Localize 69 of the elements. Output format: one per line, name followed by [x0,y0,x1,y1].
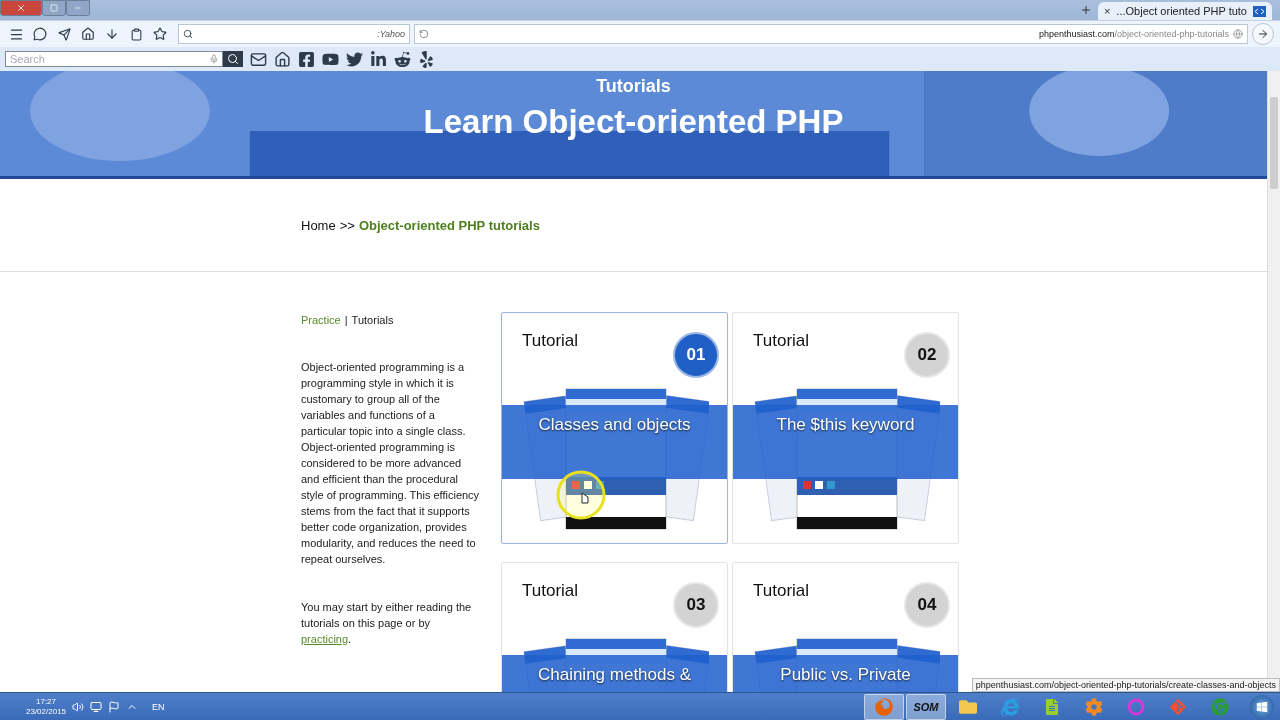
number-badge: 04 [904,582,950,628]
mail-icon[interactable] [249,50,267,68]
banner-kicker: Tutorials [596,76,671,97]
search-field[interactable]: :Yahoo [178,24,410,44]
twitter-icon[interactable] [345,50,363,68]
card-title: Chaining methods & [537,665,692,686]
search-button[interactable] [223,51,243,67]
taskbar-app[interactable]: SOM [906,693,946,720]
side-nav-link[interactable]: Tutorials [351,312,394,328]
wamp-icon [1127,697,1145,716]
card-label: Tutorial [522,581,579,601]
breadcrumb-separator: >> [339,217,355,233]
breadcrumb-current: Object-oriented PHP tutorials [358,217,540,233]
network-icon[interactable] [90,700,103,713]
status-url-tooltip: phpenthusiast.com/object-oriented-php-tutorials/create-classes-and-objects [971,678,1280,692]
linkedin-icon[interactable] [369,50,387,68]
minimize-icon [74,4,82,12]
tab-close[interactable]: × [1103,5,1111,17]
browser-icon [1001,697,1019,716]
flag-icon[interactable] [108,700,121,713]
number-badge: 02 [904,332,950,378]
go-button[interactable] [1252,23,1274,45]
tutorial-card[interactable]: Tutorial 02 The $this keyword [732,312,959,544]
speaker-icon[interactable] [72,700,85,713]
app-label: SOM [913,700,939,713]
gear-icon [1085,697,1103,716]
git-icon [1169,697,1187,716]
notepad-icon [1044,698,1060,715]
taskbar-app[interactable] [864,693,904,720]
card-label: Tutorial [753,331,810,351]
code-icon [1253,5,1266,17]
number-badge: 01 [673,332,719,378]
nav-separator: | [344,313,348,328]
firefox-icon [875,697,893,716]
chrome-icon [1211,697,1229,716]
search-icon [227,53,239,65]
browser-tab[interactable]: × ...Object oriented PHP tuto [1097,2,1272,20]
start-button[interactable] [1250,694,1274,719]
clock: 17:27 23/02/2015 [26,696,67,717]
arrow-right-icon [1257,28,1269,40]
search-icon [183,29,193,39]
card-label: Tutorial [522,331,579,351]
number-badge: 03 [673,582,719,628]
cursor-highlight-drawing [555,469,607,521]
new-tab-icon[interactable] [1079,4,1092,16]
search-field[interactable]: Search [5,51,223,67]
side-nav-link[interactable]: Practice [301,312,341,328]
card-title: The $this keyword [776,415,915,436]
card-title: Classes and objects [538,415,691,436]
close-icon [16,3,26,13]
start-note: You may start by either reading the tutorials on this page or by practicing. [301,600,473,647]
address-bar[interactable]: phpenthusiast.com/object-oriented-php-tutorials [414,24,1248,44]
reddit-icon[interactable] [393,50,411,68]
breadcrumb-link[interactable]: Home [301,217,336,233]
tutorial-card[interactable]: Tutorial 03 Chaining methods & [501,562,728,692]
tutorial-card[interactable]: Tutorial 01 Classes and objects [501,312,728,544]
tab-title: ...Object oriented PHP tuto [1116,5,1247,17]
card-label: Tutorial [753,581,810,601]
card-title: Public vs. Private [780,665,911,686]
home-icon[interactable] [273,50,291,68]
facebook-icon[interactable] [297,50,315,68]
windows-icon [1256,700,1268,713]
yelp-icon[interactable] [417,50,435,68]
banner-title: Learn Object-oriented PHP [423,103,844,141]
folder-icon [959,697,977,716]
language-indicator[interactable]: EN [152,701,165,712]
restore-icon [50,4,58,12]
intro-paragraph: Object-oriented programming is a programming style in which it is customary to group all of the variables and functions of a particular topic into a single class. Object-oriented programming is considered to be more advanced and efficient than the procedural style of programming. This efficiency stems from the fact that it supports better code organization, provides modularity, and reduces the need to repeat ourselves. [301,360,481,567]
tutorial-card[interactable]: Tutorial 04 Public vs. Private [732,562,959,692]
